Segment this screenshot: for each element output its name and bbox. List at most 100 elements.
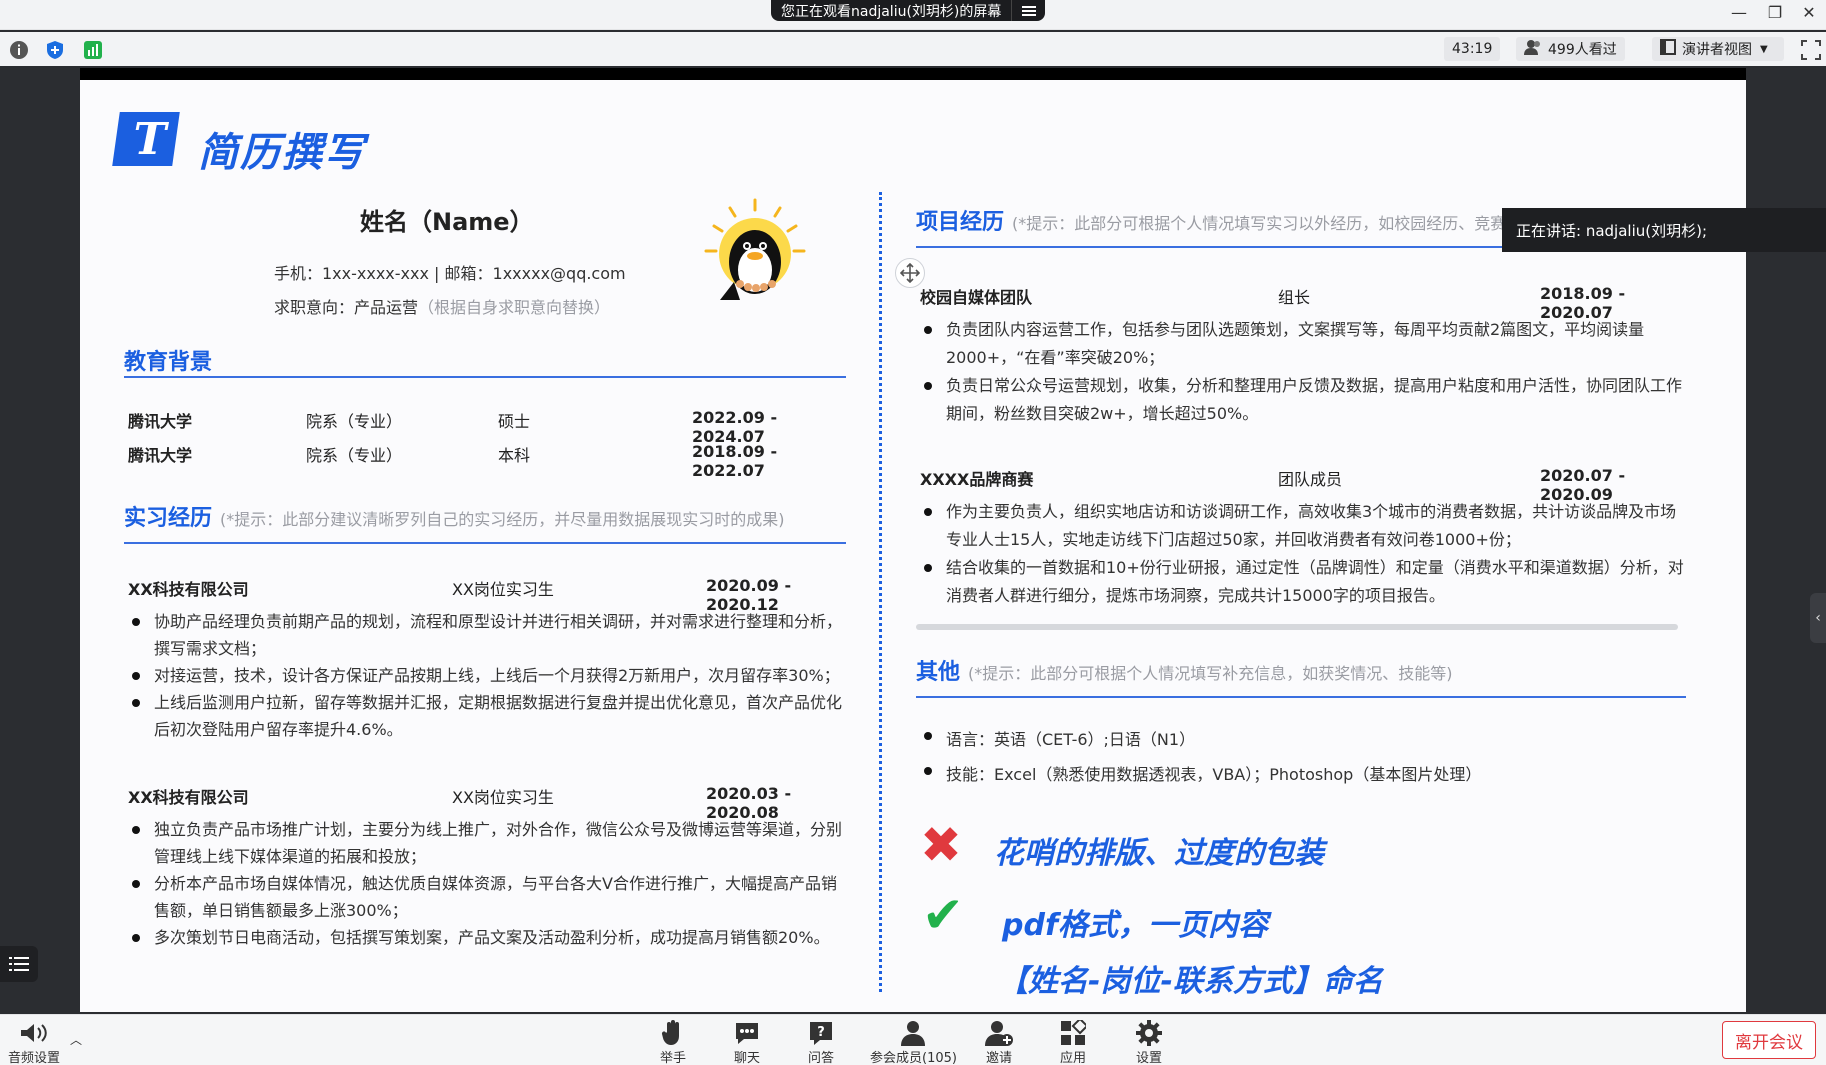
apps-button[interactable]: 应用 [1060,1019,1086,1065]
list-item: 多次策划节日电商活动，包括撰写策划案，产品文案及活动盈利分析，成功提高月销售额2… [128,924,848,951]
shield-icon[interactable] [44,39,66,61]
chevron-left-icon[interactable]: ‹ [1810,593,1826,643]
list-item: 对接运营，技术，设计各方保证产品按期上线，上线后一个月获得2万新用户，次月留存率… [128,662,848,689]
cross-icon: ✖ [920,816,962,874]
resume-contact: 手机：1xx-xxxx-xxx | 邮箱：1xxxxx@qq.com [274,264,626,283]
audio-settings-label: 音频设置 [8,1051,61,1065]
list-item: 协助产品经理负责前期产品的规划，流程和原型设计并进行相关调研，并对需求进行整理和… [128,608,848,662]
job-header: XX科技有限公司 XX岗位实习生 2020.09 - 2020.12 [128,576,848,614]
settings-button[interactable]: 设置 [1136,1019,1162,1065]
meeting-controls: 音频设置 ︿ 举手 聊天 ? 问答 参会成员(105) 邀请 应用 设置 离开会… [0,1014,1826,1065]
edu-period: 2022.09 - 2024.07 [692,408,778,446]
meeting-toolbar: 43:19 499人看过 演讲者视图 ▼ [0,32,1826,66]
timer-text: 43:19 [1452,41,1493,57]
chat-button[interactable]: 聊天 [734,1019,760,1065]
chevron-up-icon[interactable]: ︿ [70,1031,82,1048]
shared-slide: T 简历撰写 姓名（Name） 手机：1xx-xxxx-xxx | 邮箱：1xx… [80,68,1746,1012]
edu-school: 腾讯大学 [128,446,193,465]
column-divider [879,192,882,992]
intent-label: 求职意向：产品运营 [274,298,419,317]
fullscreen-icon[interactable] [1800,39,1822,61]
project-header: XXXX品牌商赛 团队成员 2020.07 - 2020.09 [920,466,1690,504]
audio-settings-button[interactable]: 音频设置 [8,1019,60,1065]
other-title: 其他 (*提示：此部分可根据个人情况填写补充信息，如获奖情况、技能等) [916,654,1453,686]
members-button[interactable]: 参会成员(105) [870,1019,957,1065]
qa-label: 问答 [808,1051,835,1065]
job-bullets: 独立负责产品市场推广计划，主要分为线上推广，对外合作，微信公众号及微博运营等渠道… [128,816,848,951]
presentation-stage: T 简历撰写 姓名（Name） 手机：1xx-xxxx-xxx | 邮箱：1xx… [0,66,1826,1014]
signal-icon[interactable] [82,39,104,61]
leave-meeting-button[interactable]: 离开会议 [1722,1021,1816,1059]
restore-button[interactable]: ❐ [1758,0,1792,24]
education-row: 腾讯大学 院系（专业） 硕士 2022.09 - 2024.07 [128,408,844,446]
close-button[interactable]: ✕ [1792,0,1826,24]
list-icon[interactable] [0,946,38,982]
project-name: XXXX品牌商赛 [920,470,1034,489]
members-icon [899,1019,927,1047]
education-divider [124,376,846,378]
penguin-avatar [704,198,806,300]
edu-dept: 院系（专业） [306,446,403,465]
meeting-timer: 43:19 [1444,37,1501,61]
qa-button[interactable]: ? 问答 [808,1019,834,1065]
internship-divider [124,542,846,544]
education-title: 教育背景 [124,350,213,375]
resume-intent: 求职意向：产品运营（根据自身求职意向替换） [274,294,610,318]
edu-degree: 本科 [498,446,531,465]
list-item: 作为主要负责人，组织实地店访和访谈调研工作，高效收集3个城市的消费者数据，共计访… [920,498,1690,554]
svg-text:?: ? [817,1025,825,1040]
view-mode-dropdown[interactable]: 演讲者视图 ▼ [1652,37,1784,61]
info-icon[interactable] [8,39,30,61]
projects-hint: (*提示：此部分可根据个人情况填写实习以外经历，如校园经历、竞赛经历等) [1012,214,1561,233]
edu-degree: 硕士 [498,412,531,431]
horizontal-scrollbar[interactable] [916,624,1678,630]
project-name: 校园自媒体团队 [920,288,1033,307]
job-bullets: 协助产品经理负责前期产品的规划，流程和原型设计并进行相关调研，并对需求进行整理和… [128,608,848,743]
projects-title: 项目经历 (*提示：此部分可根据个人情况填写实习以外经历，如校园经历、竞赛经历等) [916,204,1561,236]
apps-label: 应用 [1060,1051,1087,1065]
other-title-text: 其他 [916,660,961,685]
invite-button[interactable]: 邀请 [985,1019,1013,1065]
project-role: 组长 [1278,288,1311,307]
share-banner-text: 您正在观看nadjaliu(刘玥杉)的屏幕 [781,3,1002,20]
viewer-count-text: 499人看过 [1548,42,1617,58]
internship-hint: (*提示：此部分建议清晰罗列自己的实习经历，并尽量用数据展现实习时的成果) [220,510,785,529]
chat-label: 聊天 [734,1051,761,1065]
list-item: 负责团队内容运营工作，包括参与团队选题策划，文案撰写等，每周平均贡献2篇图文，平… [920,316,1690,372]
raise-hand-label: 举手 [660,1051,687,1065]
edu-period: 2018.09 - 2022.07 [692,442,778,480]
project-bullets: 作为主要负责人，组织实地店访和访谈调研工作，高效收集3个城市的消费者数据，共计访… [920,498,1690,610]
title-bar: 您正在观看nadjaliu(刘玥杉)的屏幕 — ❐ ✕ [0,0,1826,30]
internship-title-text: 实习经历 [124,506,213,531]
project-role: 团队成员 [1278,470,1343,489]
raise-hand-button[interactable]: 举手 [660,1019,686,1065]
minimize-button[interactable]: — [1722,0,1756,24]
screen-share-banner: 您正在观看nadjaliu(刘玥杉)的屏幕 [771,0,1046,21]
user-icon [1524,39,1548,59]
view-mode-label: 演讲者视图 [1682,42,1752,58]
job-company: XX科技有限公司 [128,788,249,807]
list-item: 技能：Excel（熟悉使用数据透视表，VBA）；Photoshop（基本图片处理… [920,757,1690,792]
menu-icon[interactable] [1011,0,1045,21]
list-item: 独立负责产品市场推广计划，主要分为线上推广，对外合作，微信公众号及微博运营等渠道… [128,816,848,870]
meeting-window: 您正在观看nadjaliu(刘玥杉)的屏幕 — ❐ ✕ 43:19 499人看过 [0,0,1826,1065]
viewer-count[interactable]: 499人看过 [1516,37,1625,61]
projects-title-text: 项目经历 [916,210,1005,235]
callout-good: pdf格式，一页内容 [1002,908,1269,943]
resume-name: 姓名（Name） [360,208,534,236]
logo-letter: T [133,113,167,165]
intent-hint: （根据自身求职意向替换） [418,298,611,317]
other-bullets: 语言：英语（CET-6）;日语（N1） 技能：Excel（熟悉使用数据透视表，V… [920,722,1690,792]
invite-icon [985,1019,1013,1047]
education-row: 腾讯大学 院系（专业） 本科 2018.09 - 2022.07 [128,442,844,480]
settings-label: 设置 [1136,1051,1163,1065]
job-header: XX科技有限公司 XX岗位实习生 2020.03 - 2020.08 [128,784,848,822]
check-icon: ✔ [922,886,964,944]
project-header: 校园自媒体团队 组长 2018.09 - 2020.07 [920,284,1690,322]
job-role: XX岗位实习生 [452,788,554,807]
other-divider [916,696,1686,698]
edu-school: 腾讯大学 [128,412,193,431]
hand-icon [661,1019,685,1047]
list-item: 结合收集的一首数据和10+份行业研报，通过定性（品牌调性）和定量（消费水平和渠道… [920,554,1690,610]
callout-naming: 【姓名-岗位-联系方式】命名 [998,964,1383,999]
